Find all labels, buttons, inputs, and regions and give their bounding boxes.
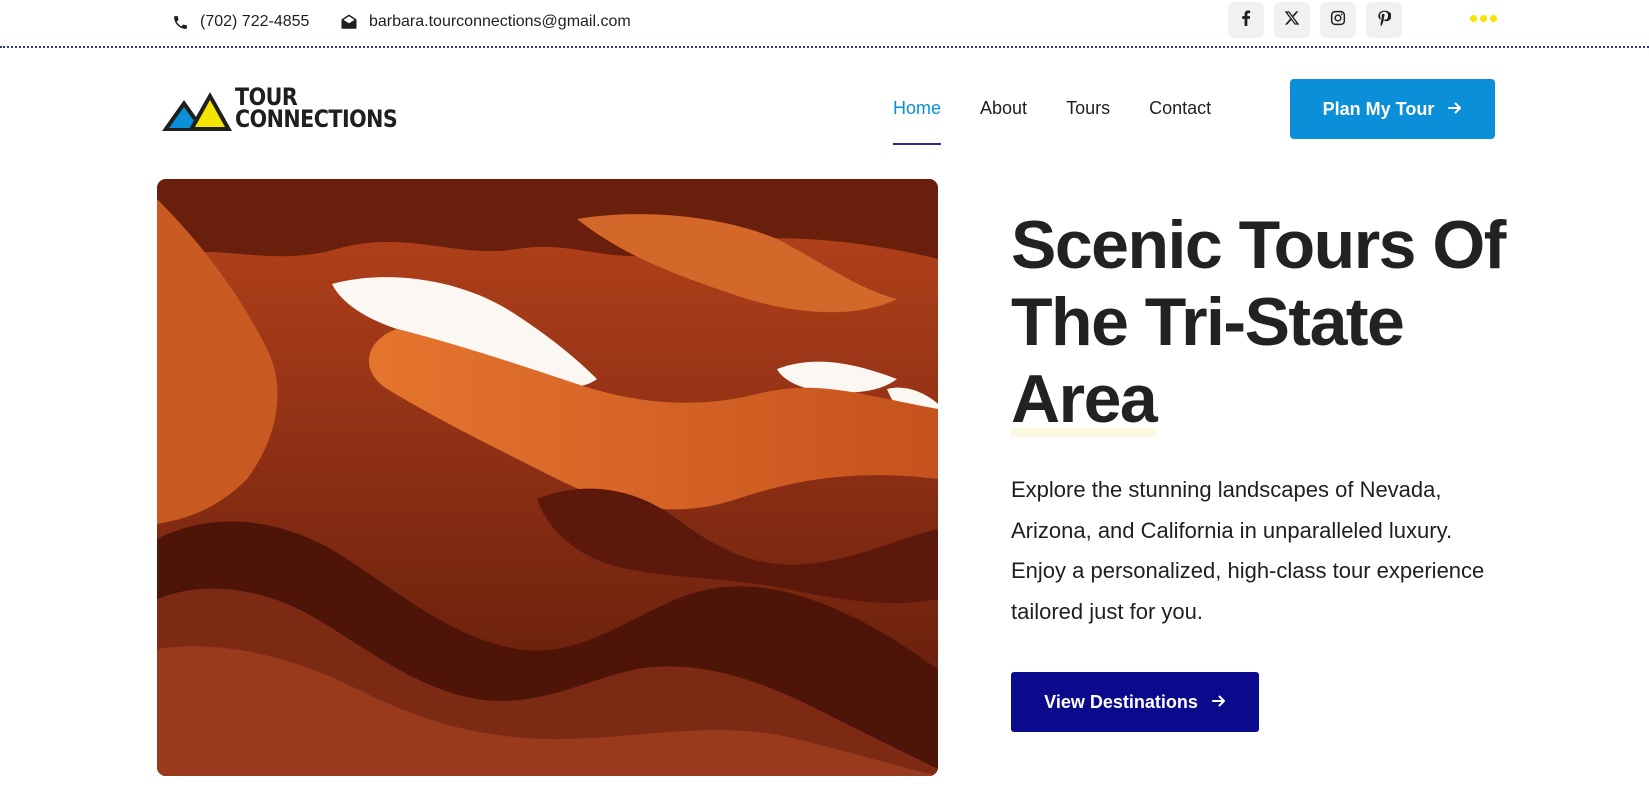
logo-line-2: CONNECTIONS [235,105,398,133]
pinterest-icon [1377,10,1393,31]
email-contact[interactable]: barbara.tourconnections@gmail.com [339,0,631,44]
view-destinations-button[interactable]: View Destinations [1011,672,1259,732]
x-twitter-icon [1284,10,1300,31]
plan-my-tour-label: Plan My Tour [1322,98,1435,119]
x-twitter-button[interactable] [1274,2,1310,38]
instagram-icon [1330,10,1346,31]
hero-title: Scenic Tours Of The Tri-State Area [1011,207,1531,438]
facebook-icon [1239,9,1253,31]
envelope-open-icon [339,12,359,32]
nav-contact[interactable]: Contact [1149,86,1211,146]
instagram-button[interactable] [1320,2,1356,38]
phone-contact[interactable]: (702) 722-4855 [170,0,309,44]
phone-number: (702) 722-4855 [200,13,310,30]
hero-description: Explore the stunning landscapes of Nevad… [1011,477,1485,624]
arrow-right-icon [1211,692,1226,713]
facebook-button[interactable] [1228,2,1264,38]
pinterest-button[interactable] [1366,2,1402,38]
more-menu-icon[interactable] [1470,15,1497,22]
nav-about[interactable]: About [980,86,1027,146]
email-address: barbara.tourconnections@gmail.com [369,13,631,30]
phone-icon [170,12,190,32]
nav-tours[interactable]: Tours [1066,86,1110,146]
top-bar: (702) 722-4855 barbara.tourconnections@g… [0,0,1649,48]
site-logo[interactable]: TOUR CONNECTIONS [162,84,402,134]
view-destinations-label: View Destinations [1044,691,1198,712]
logo-wordmark: TOUR CONNECTIONS [235,85,398,133]
main-nav: Home About Tours Contact [893,86,1250,146]
nav-home[interactable]: Home [893,86,942,146]
plan-my-tour-button[interactable]: Plan My Tour [1290,79,1495,139]
hero-title-text: Scenic Tours Of The Tri-State [1011,207,1506,360]
social-links [1228,2,1402,38]
mountain-logo-icon [162,92,232,131]
arrow-right-icon [1448,99,1462,120]
hero-canyon-image [157,179,938,776]
hero-title-highlight: Area [1011,361,1158,437]
